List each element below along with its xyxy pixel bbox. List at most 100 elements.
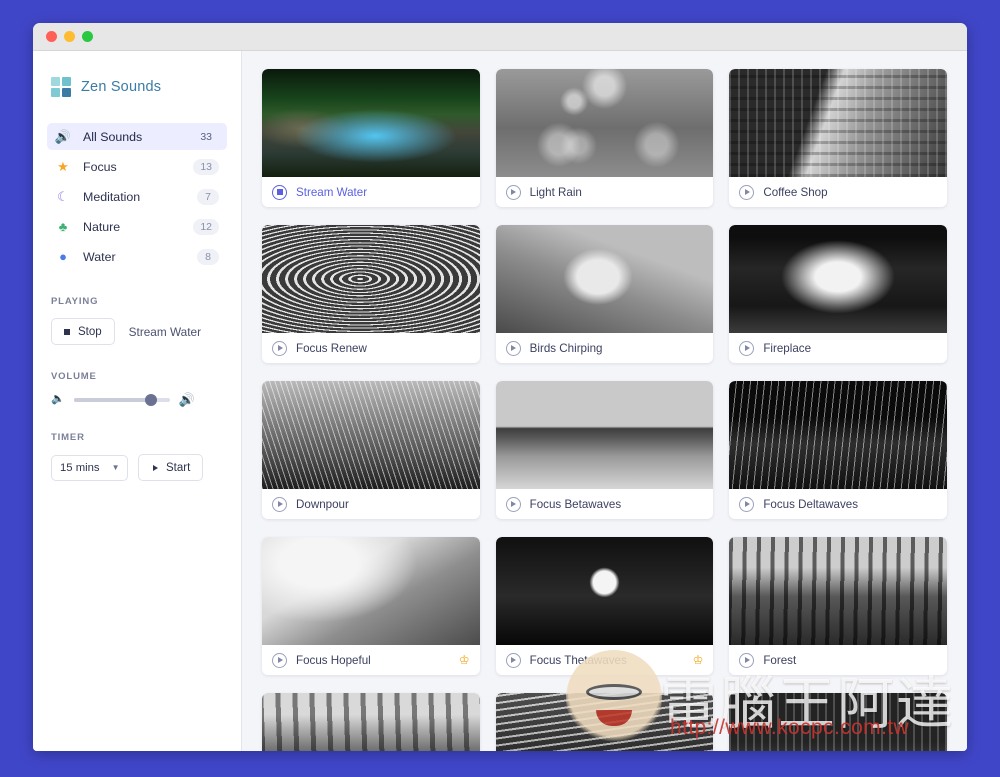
sound-play-button[interactable]	[739, 340, 755, 356]
sound-card[interactable]: Forest	[729, 537, 947, 675]
sound-card[interactable]: Coffee Shop	[729, 69, 947, 207]
sidebar-item-water[interactable]: ● Water 8	[47, 243, 227, 270]
sound-card-footer: Coffee Shop	[729, 177, 947, 207]
play-triangle-icon	[511, 501, 517, 507]
sound-thumbnail	[729, 225, 947, 333]
sound-thumbnail	[729, 693, 947, 751]
minimize-window-button[interactable]	[64, 31, 75, 42]
play-triangle-icon	[511, 345, 517, 351]
sidebar-item-count: 12	[193, 218, 219, 235]
timer-start-button[interactable]: Start	[138, 454, 204, 481]
window-body: Zen Sounds 🔊 All Sounds 33 ★ Focus 13 ☾ Meditat…	[33, 51, 967, 751]
crown-icon: ♔	[692, 653, 704, 667]
app-window: Zen Sounds 🔊 All Sounds 33 ★ Focus 13 ☾ Meditat…	[33, 23, 967, 751]
timer-duration-select[interactable]: 15 mins ▼	[51, 454, 129, 481]
sidebar-item-all-sounds[interactable]: 🔊 All Sounds 33	[47, 123, 227, 150]
sound-play-button[interactable]	[505, 652, 521, 668]
sound-card-footer: Light Rain	[496, 177, 714, 207]
droplet-icon: ●	[59, 249, 67, 264]
maximize-window-button[interactable]	[82, 31, 93, 42]
sidebar-item-meditation[interactable]: ☾ Meditation 7	[47, 183, 227, 210]
sound-thumbnail	[495, 537, 714, 645]
sounds-grid: Stream Water Light Rain Coffee Shop Focus R…	[262, 69, 947, 751]
sound-card[interactable]	[495, 693, 714, 751]
sound-play-button[interactable]	[505, 184, 521, 200]
sound-card-footer: Downpour	[262, 489, 480, 519]
sidebar-item-focus[interactable]: ★ Focus 13	[47, 153, 227, 180]
sidebar-item-count: 13	[193, 158, 219, 175]
timer-start-label: Start	[165, 461, 191, 474]
play-triangle-icon	[277, 657, 283, 663]
sidebar-nav: 🔊 All Sounds 33 ★ Focus 13 ☾ Meditation 7 ♣ Nature…	[47, 123, 227, 270]
sound-card[interactable]	[729, 693, 947, 751]
sound-card-footer: Focus Renew	[262, 333, 480, 363]
sound-card[interactable]: Focus Deltawaves	[729, 381, 947, 519]
playing-section: PLAYING Stop Stream Water	[47, 296, 227, 345]
sound-play-button[interactable]	[505, 340, 521, 356]
sound-card-title: Birds Chirping	[529, 341, 603, 355]
sound-card-title: Downpour	[296, 497, 349, 511]
sound-card[interactable]: Stream Water	[262, 69, 480, 207]
now-playing-track: Stream Water	[128, 324, 201, 339]
sidebar-item-label: All Sounds	[83, 129, 143, 144]
sound-play-button[interactable]	[272, 652, 287, 668]
sound-thumbnail	[262, 537, 480, 645]
tree-icon: ♣	[58, 219, 68, 234]
play-triangle-icon	[745, 501, 751, 507]
sound-card[interactable]: Focus Renew	[262, 225, 480, 363]
sound-thumbnail	[495, 225, 714, 333]
sound-card[interactable]: Light Rain	[495, 69, 714, 207]
sound-play-button[interactable]	[272, 340, 287, 356]
sound-card-title: Focus Hopeful	[296, 653, 371, 667]
stop-square-icon	[64, 328, 70, 335]
play-triangle-icon	[745, 189, 751, 195]
sound-thumbnail	[262, 381, 480, 489]
sound-play-button[interactable]	[272, 184, 287, 200]
sound-card-title: Focus Renew	[296, 341, 367, 355]
star-icon: ★	[57, 159, 69, 174]
sound-thumbnail	[729, 381, 947, 489]
timer-section-label: TIMER	[51, 432, 85, 443]
volume-low-icon: 🔈	[51, 393, 65, 405]
sidebar-item-nature[interactable]: ♣ Nature 12	[47, 213, 227, 240]
sidebar-item-count: 33	[200, 130, 212, 143]
sidebar-item-count: 7	[197, 188, 219, 205]
sound-thumbnail	[495, 693, 714, 751]
sound-card-footer: Stream Water	[262, 177, 480, 207]
sound-thumbnail	[495, 69, 714, 177]
stop-square-icon	[276, 189, 283, 195]
play-triangle-icon	[277, 501, 283, 507]
sound-card-title: Focus Thetawaves	[529, 653, 627, 667]
crown-icon: ♔	[458, 653, 470, 667]
sound-card-title: Forest	[763, 653, 797, 667]
sound-card-footer: Focus Betawaves	[496, 489, 714, 519]
sound-play-button[interactable]	[739, 184, 755, 200]
sound-play-button[interactable]	[739, 652, 755, 668]
sound-thumbnail	[262, 69, 480, 177]
sound-play-button[interactable]	[505, 496, 521, 512]
volume-slider-thumb[interactable]	[144, 393, 157, 406]
stop-button[interactable]: Stop	[51, 318, 115, 345]
sound-card[interactable]: Focus Hopeful ♔	[262, 537, 480, 675]
sidebar-item-label: Focus	[83, 159, 117, 174]
sound-card-footer: Focus Deltawaves	[729, 489, 947, 519]
sound-play-button[interactable]	[739, 496, 755, 512]
moon-icon: ☾	[57, 189, 69, 204]
sound-card[interactable]: Downpour	[262, 381, 480, 519]
sound-card[interactable]: Birds Chirping	[495, 225, 714, 363]
volume-slider[interactable]	[73, 393, 170, 406]
window-titlebar	[33, 23, 967, 51]
sound-card-title: Coffee Shop	[763, 185, 828, 199]
sounds-main-panel: Stream Water Light Rain Coffee Shop Focus R…	[242, 51, 967, 751]
play-triangle-icon	[152, 464, 158, 471]
sound-card[interactable]	[262, 693, 480, 751]
sound-card[interactable]: Focus Betawaves	[495, 381, 714, 519]
playing-section-label: PLAYING	[51, 296, 99, 307]
sound-card-footer: Birds Chirping	[496, 333, 714, 363]
volume-section: VOLUME 🔈 🔊	[47, 371, 227, 406]
sound-card[interactable]: Fireplace	[729, 225, 947, 363]
close-window-button[interactable]	[46, 31, 57, 42]
sound-card[interactable]: Focus Thetawaves ♔	[495, 537, 714, 675]
chevron-down-icon: ▼	[111, 463, 120, 472]
sound-play-button[interactable]	[272, 496, 287, 512]
